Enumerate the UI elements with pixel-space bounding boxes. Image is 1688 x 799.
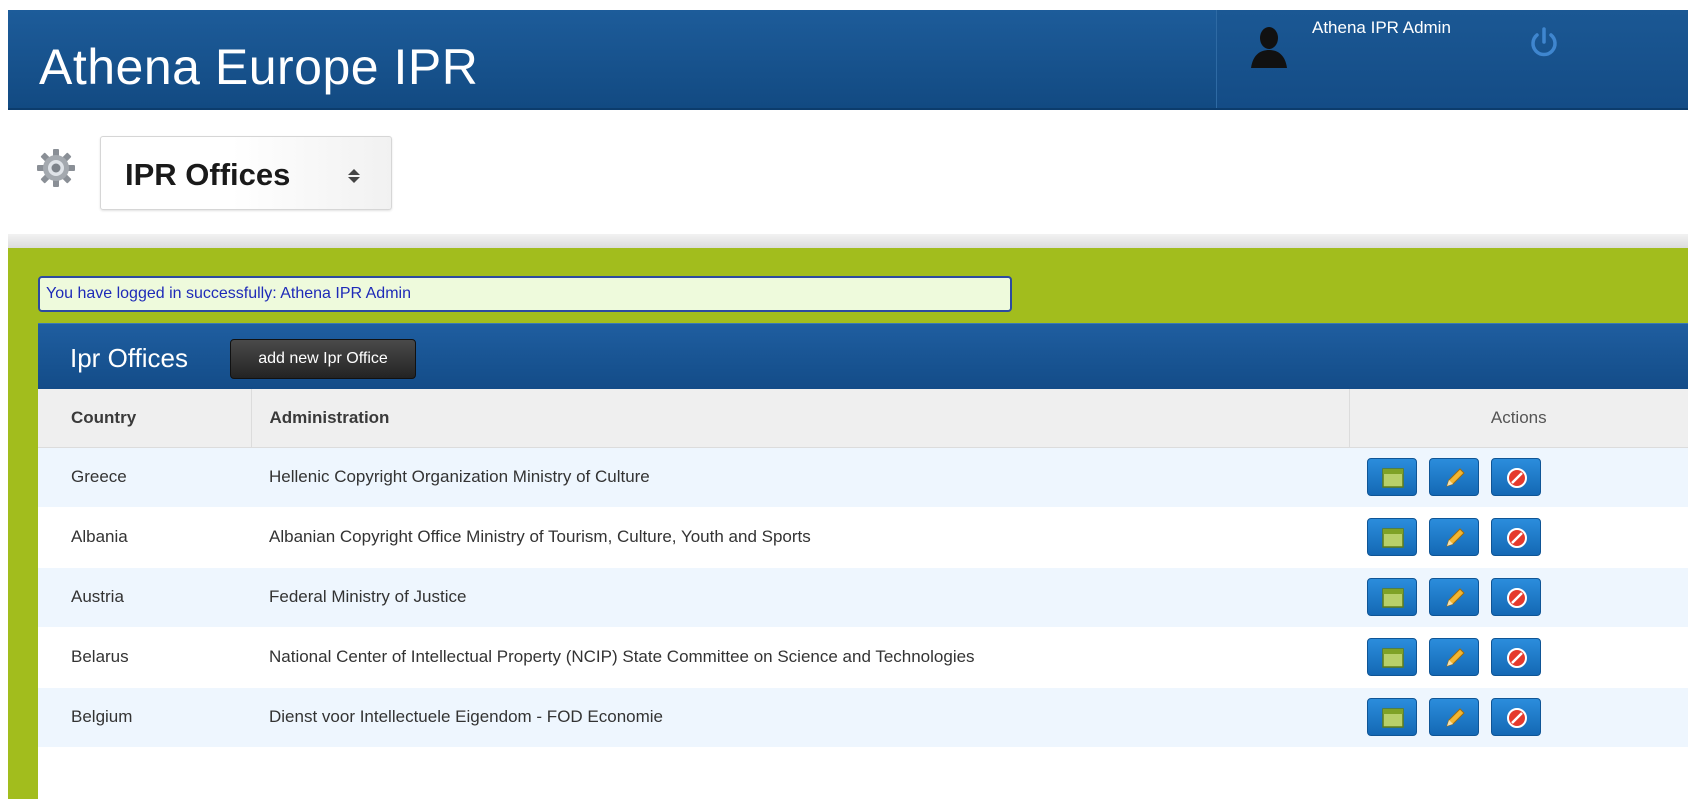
table-row: Belarus National Center of Intellectual … <box>38 627 1688 688</box>
edit-button[interactable] <box>1429 698 1479 736</box>
ipr-offices-table: Country Administration Actions Greece He… <box>38 389 1688 748</box>
module-select-label: IPR Offices <box>125 157 291 192</box>
pencil-icon <box>1446 528 1465 547</box>
view-button[interactable] <box>1367 638 1417 676</box>
cell-country: Belgium <box>38 687 251 748</box>
cell-actions <box>1349 567 1688 628</box>
delete-button[interactable] <box>1491 638 1541 676</box>
cell-country: Austria <box>38 567 251 628</box>
view-icon <box>1382 648 1404 668</box>
delete-icon <box>1507 648 1527 668</box>
table-row: Belgium Dienst voor Intellectuele Eigend… <box>38 687 1688 748</box>
delete-button[interactable] <box>1491 518 1541 556</box>
delete-icon <box>1507 708 1527 728</box>
edit-button[interactable] <box>1429 518 1479 556</box>
login-success-alert: You have logged in successfully: Athena … <box>38 276 1012 312</box>
top-header: Athena Europe IPR Athena IPR Admin <box>8 10 1688 110</box>
cell-administration: Albanian Copyright Office Ministry of To… <box>251 507 1349 568</box>
table-header-row: Country Administration Actions <box>38 389 1688 448</box>
delete-icon <box>1507 468 1527 488</box>
table-row: Austria Federal Ministry of Justice <box>38 567 1688 628</box>
cell-actions <box>1349 507 1688 568</box>
delete-icon <box>1507 528 1527 548</box>
delete-button[interactable] <box>1491 698 1541 736</box>
cell-actions <box>1349 627 1688 688</box>
user-name: Athena IPR Admin <box>1312 18 1451 37</box>
column-header-actions: Actions <box>1349 389 1688 448</box>
table-row: Albania Albanian Copyright Office Minist… <box>38 507 1688 568</box>
edit-button[interactable] <box>1429 458 1479 496</box>
content-area: You have logged in successfully: Athena … <box>8 248 1688 799</box>
cell-country: Belarus <box>38 627 251 688</box>
delete-icon <box>1507 588 1527 608</box>
cell-country: Greece <box>38 447 251 508</box>
edit-button[interactable] <box>1429 638 1479 676</box>
column-header-administration[interactable]: Administration <box>251 389 1350 448</box>
ipr-offices-panel: Ipr Offices add new Ipr Office Country A… <box>38 323 1688 799</box>
panel-title: Ipr Offices <box>70 343 189 373</box>
pencil-icon <box>1446 708 1465 727</box>
cell-administration: Hellenic Copyright Organization Ministry… <box>251 447 1349 508</box>
delete-button[interactable] <box>1491 458 1541 496</box>
delete-button[interactable] <box>1491 578 1541 616</box>
module-select[interactable]: IPR Offices <box>100 136 392 210</box>
view-button[interactable] <box>1367 458 1417 496</box>
sort-arrows-icon <box>348 169 360 183</box>
panel-header: Ipr Offices add new Ipr Office <box>38 323 1688 389</box>
view-icon <box>1382 588 1404 608</box>
view-icon <box>1382 708 1404 728</box>
user-menu[interactable]: Athena IPR Admin <box>1216 10 1688 108</box>
user-avatar-icon <box>1251 27 1287 68</box>
pencil-icon <box>1446 468 1465 487</box>
cell-administration: Dienst voor Intellectuele Eigendom - FOD… <box>251 687 1349 748</box>
section-divider <box>8 234 1688 248</box>
edit-button[interactable] <box>1429 578 1479 616</box>
cell-administration: National Center of Intellectual Property… <box>251 627 1349 688</box>
view-icon <box>1382 468 1404 488</box>
add-ipr-office-button[interactable]: add new Ipr Office <box>230 339 416 379</box>
cell-country: Albania <box>38 507 251 568</box>
module-bar: IPR Offices <box>8 112 1688 234</box>
gear-icon <box>37 149 75 187</box>
power-icon[interactable] <box>1527 26 1561 60</box>
table-row: Greece Hellenic Copyright Organization M… <box>38 447 1688 508</box>
view-button[interactable] <box>1367 578 1417 616</box>
pencil-icon <box>1446 588 1465 607</box>
view-button[interactable] <box>1367 698 1417 736</box>
cell-actions <box>1349 447 1688 508</box>
cell-administration: Federal Ministry of Justice <box>251 567 1349 628</box>
app-title: Athena Europe IPR <box>39 39 479 95</box>
column-header-country[interactable]: Country <box>38 389 252 448</box>
view-icon <box>1382 528 1404 548</box>
view-button[interactable] <box>1367 518 1417 556</box>
pencil-icon <box>1446 648 1465 667</box>
cell-actions <box>1349 687 1688 748</box>
